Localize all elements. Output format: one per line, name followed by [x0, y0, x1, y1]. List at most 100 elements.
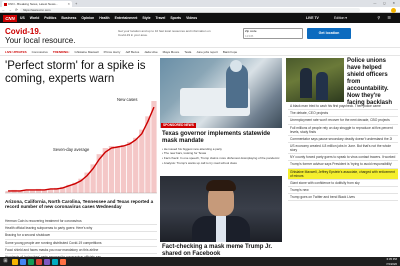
- nav-item-entertainment[interactable]: Entertainment: [115, 13, 138, 23]
- profile-avatar-icon[interactable]: [391, 7, 396, 13]
- trending-label: TRENDING:: [52, 49, 70, 54]
- site-nav-bar: CNN US World Politics Business Opinion Health…: [0, 13, 400, 23]
- chart-bar: [145, 116, 151, 193]
- windows-start-icon[interactable]: ⊞: [2, 258, 9, 265]
- nav-item-business[interactable]: Business: [61, 13, 76, 23]
- right-story-item[interactable]: A black man tried to cash his first payc…: [288, 103, 398, 111]
- lead-headline[interactable]: 'Perfect storm' for a spike is coming, e…: [5, 60, 157, 86]
- chart-bar: [127, 141, 133, 193]
- taskbar-app-icon[interactable]: [12, 258, 18, 265]
- left-story-item[interactable]: Herman Cain is recovering treatment for …: [5, 218, 157, 226]
- nav-item-style[interactable]: Style: [142, 13, 150, 23]
- texas-headline[interactable]: Texas governor implements statewide mask…: [162, 131, 280, 145]
- trending-item[interactable]: Jeff Bezos: [125, 50, 139, 54]
- taskbar-app-icon[interactable]: [36, 258, 42, 265]
- medical-worker-head-shape: [230, 60, 242, 72]
- live-tv-link[interactable]: LIVE TV: [306, 13, 319, 23]
- chart-bar: [120, 144, 127, 193]
- chart-bar: [108, 145, 115, 193]
- officer-shape: [316, 72, 328, 100]
- nav-item-health[interactable]: Health: [99, 13, 109, 23]
- right-story-list: A black man tried to cash his first payc…: [288, 103, 398, 202]
- left-story-item[interactable]: Some young people are running distribute…: [5, 240, 157, 247]
- cnn-favicon-icon: [4, 2, 7, 6]
- trending-item[interactable]: June jobs report: [196, 50, 218, 54]
- right-story-item[interactable]: Full millions of people rely on day stru…: [288, 125, 398, 136]
- right-story-item[interactable]: Trump goes on Twitter and bend Black Liv…: [288, 194, 398, 202]
- right-story-item[interactable]: US economy created 4.8 million jobs in J…: [288, 143, 398, 155]
- cnn-logo[interactable]: CNN: [3, 14, 17, 22]
- clock-time: 6:05 PM: [386, 257, 397, 261]
- left-story-item[interactable]: Fauci shield and faces masks you now man…: [5, 247, 157, 254]
- live-updates-label: LIVE UPDATES: [5, 49, 27, 54]
- texas-story-item[interactable]: • Analysis: Trump's wants up call to try…: [162, 161, 280, 166]
- trending-bar: LIVE UPDATES Coronavirus TRENDING: Ghisl…: [0, 48, 400, 56]
- texas-story-list: • He issued his biggest new attending a …: [162, 147, 280, 166]
- search-menu-icons[interactable]: ⚲ ☰: [377, 13, 394, 23]
- edition-selector[interactable]: Edition ▾: [334, 13, 347, 23]
- right-story-item[interactable]: Giant stone with confidence to dutifully…: [288, 180, 398, 187]
- officer-shape: [300, 68, 312, 98]
- sponsored-tag: SPONSORED NEWS: [161, 123, 196, 128]
- taskbar-apps: [12, 257, 66, 266]
- taskbar-app-icon[interactable]: [44, 258, 50, 265]
- clock-date: 7/2/2020: [386, 261, 397, 266]
- trending-item[interactable]: Maya Moore: [163, 50, 180, 54]
- nav-item-sports[interactable]: Sports: [170, 13, 181, 23]
- get-location-button[interactable]: Get location: [307, 28, 351, 39]
- url-input[interactable]: https://www.cnn.com: [20, 7, 360, 13]
- left-story-item[interactable]: Bracing for a second shutdown: [5, 232, 157, 240]
- chart-label-new-cases: New cases: [117, 97, 137, 102]
- right-story-item[interactable]: Unemployment rate won't recover for the …: [288, 117, 398, 125]
- nav-item-us[interactable]: US: [20, 13, 25, 23]
- right-story-item[interactable]: Ghislaine Maxwell, Jeffrey Epstein's ass…: [288, 168, 398, 180]
- system-tray-clock[interactable]: 6:05 PM 7/2/2020: [386, 257, 397, 266]
- trending-item[interactable]: Tesla: [184, 50, 191, 54]
- chart-bar: [114, 147, 121, 193]
- chart-label-seven-day-average: Seven-day average: [53, 147, 90, 152]
- nav-item-politics[interactable]: Politics: [44, 13, 56, 23]
- lead-caption[interactable]: Arizona, California, North Carolina, Ten…: [5, 199, 157, 210]
- right-story-item[interactable]: The debate, CEO projects: [288, 110, 398, 118]
- trending-item[interactable]: Bank hope: [223, 50, 237, 54]
- covid-subtitle: Your local resource.: [5, 36, 76, 45]
- left-story-item[interactable]: Health official leaving subpoenas to par…: [5, 225, 157, 233]
- trending-item[interactable]: Ghislaine Maxwell: [74, 50, 98, 54]
- os-taskbar: ⊞ 6:05 PM 7/2/2020: [0, 257, 400, 266]
- nav-item-opinion[interactable]: Opinion: [81, 13, 94, 23]
- nav-item-travel[interactable]: Travel: [156, 13, 166, 23]
- right-story-item[interactable]: NY county forced party goers to speak to…: [288, 154, 398, 162]
- trending-item[interactable]: Prince Harry: [104, 50, 121, 54]
- police-headline[interactable]: Police unions have helped shield officer…: [347, 58, 399, 107]
- left-story-list: Herman Cain is recovering treatment for …: [5, 218, 157, 262]
- live-updates-link[interactable]: Coronavirus: [32, 50, 48, 54]
- nav-items: US World Politics Business Opinion Health Ente…: [20, 13, 197, 23]
- covid-title: Covid-19.: [5, 27, 42, 36]
- chart-bar: [139, 129, 145, 193]
- cases-chart[interactable]: New cases Seven-day average: [5, 89, 157, 197]
- right-story-item[interactable]: Trump's new: [288, 187, 398, 195]
- hospital-photo[interactable]: [160, 58, 282, 128]
- window-controls[interactable]: — ◻ ✕: [373, 0, 398, 7]
- nav-item-videos[interactable]: Videos: [186, 13, 197, 23]
- trump-jr-photo[interactable]: [160, 176, 282, 242]
- zip-code-placeholder: 12345: [245, 34, 254, 38]
- right-story-item[interactable]: Commentator says pause secondary deadly …: [288, 136, 398, 143]
- chart-bar: [151, 101, 157, 193]
- shirt-shape: [216, 216, 226, 242]
- taskbar-app-icon[interactable]: [60, 258, 66, 265]
- trending-item[interactable]: Jada Hive: [144, 50, 157, 54]
- covid-banner: Covid-19. Your local resource. Get your …: [0, 23, 400, 48]
- tab-title: CNN - Breaking News, Latest News...: [8, 2, 59, 6]
- police-photo[interactable]: [286, 58, 344, 102]
- taskbar-app-icon[interactable]: [28, 258, 34, 265]
- nav-item-world[interactable]: World: [30, 13, 40, 23]
- right-story-item[interactable]: Trump's former advisor says President is…: [288, 161, 398, 169]
- chart-bar: [133, 137, 139, 193]
- mask-meme-headline[interactable]: Fact-checking a mask meme Trump Jr. shar…: [162, 244, 280, 258]
- zip-code-label: Zip code: [245, 29, 257, 33]
- hair-shape: [206, 180, 236, 191]
- taskbar-app-icon[interactable]: [20, 258, 26, 265]
- new-tab-icon[interactable]: +: [75, 0, 77, 7]
- taskbar-app-icon[interactable]: [52, 258, 58, 265]
